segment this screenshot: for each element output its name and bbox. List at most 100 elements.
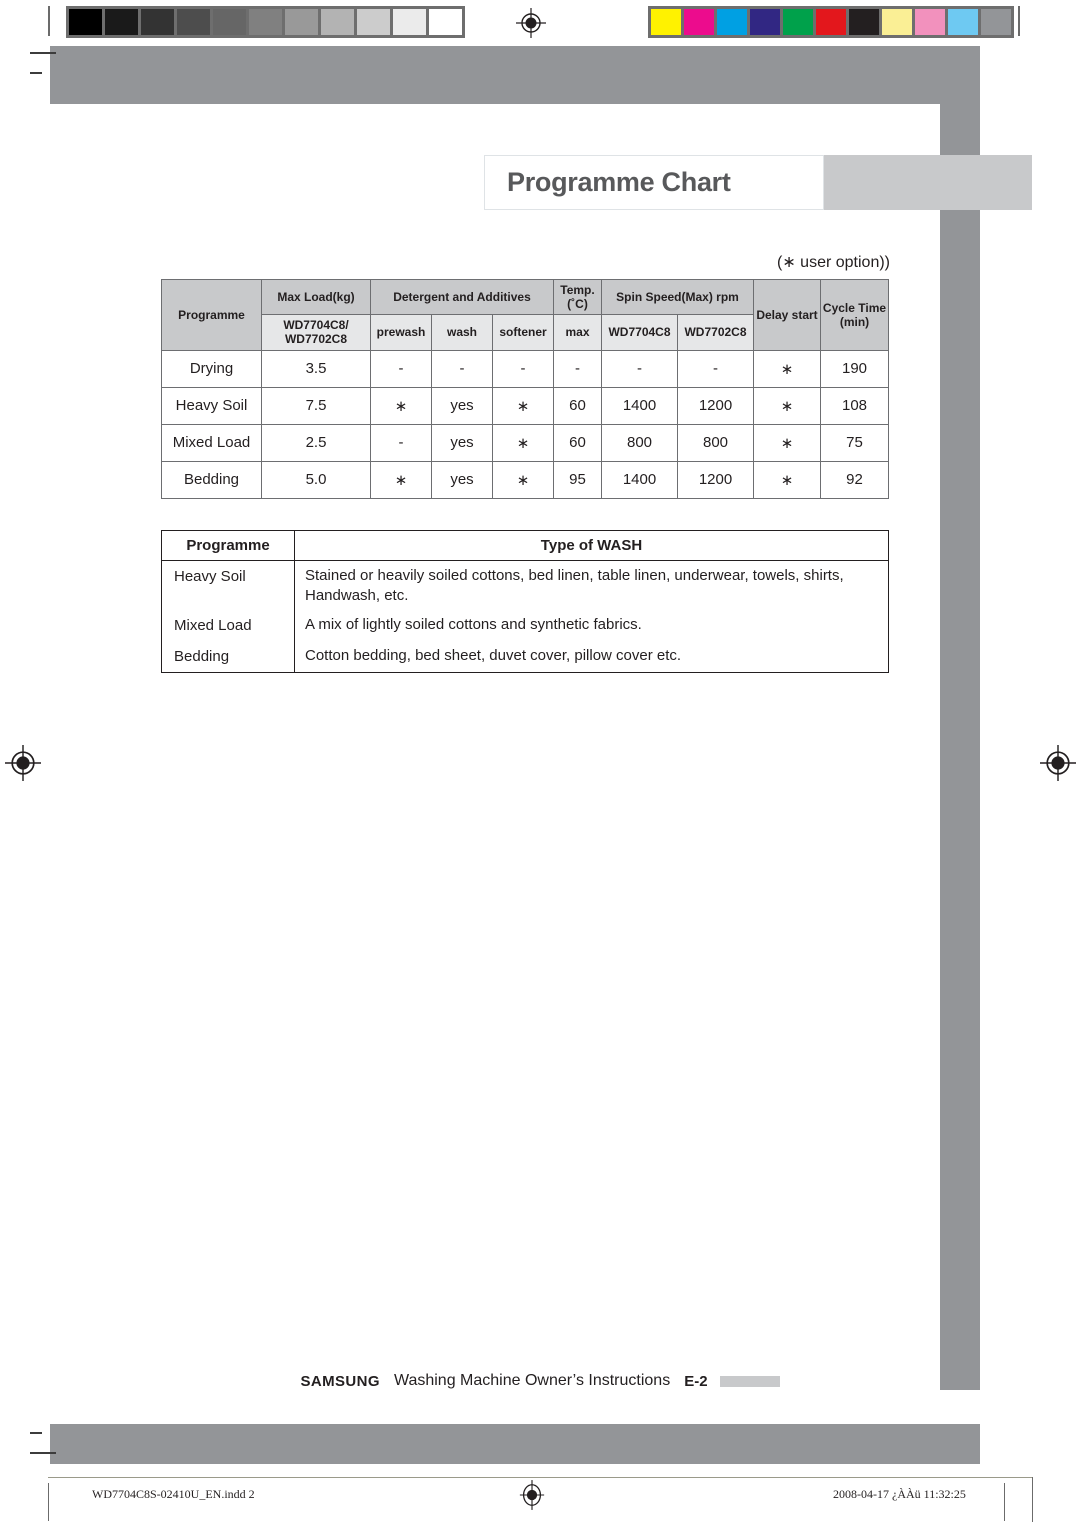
cell-spin-wd7704c8: 800: [601, 423, 678, 462]
th-spin-speed: Spin Speed(Max) rpm: [601, 278, 754, 316]
cell-wash-programme: Mixed Load: [161, 610, 295, 641]
th-model-max-load: WD7704C8/ WD7702C8: [261, 314, 371, 351]
cell-spin-wd7702c8: -: [677, 349, 754, 388]
cell-delay-start: ∗: [753, 423, 821, 462]
cell-softener: ∗: [492, 460, 554, 499]
wash-type-header-row: Programme Type of WASH: [161, 530, 889, 561]
page-right-gray-band-lower: [940, 210, 980, 1390]
cell-temp-max: 60: [553, 386, 602, 425]
print-calibration-strip: [0, 4, 1080, 40]
th-programme: Programme: [161, 279, 262, 351]
cell-spin-wd7702c8: 800: [677, 423, 754, 462]
color-patch-1: [684, 9, 714, 35]
grayscale-patch-6: [285, 9, 318, 35]
color-patch-8: [915, 9, 945, 35]
color-patch-3: [750, 9, 780, 35]
th-max-load: Max Load(kg): [261, 278, 371, 316]
grayscale-patch-2: [141, 9, 174, 35]
cell-softener: ∗: [492, 386, 554, 425]
samsung-brand: SAMSUNG: [300, 1372, 380, 1390]
cell-cycle-time: 108: [820, 386, 889, 425]
calibration-tick-right: [1018, 6, 1020, 36]
cell-spin-wd7704c8: -: [601, 349, 678, 388]
grayscale-patch-0: [69, 9, 102, 35]
title-light-gray-extension: [824, 155, 1032, 210]
color-patch-2: [717, 9, 747, 35]
th-detergent-additives: Detergent and Additives: [370, 278, 554, 316]
cell-programme: Bedding: [161, 460, 262, 499]
grayscale-patch-4: [213, 9, 246, 35]
color-patch-7: [882, 9, 912, 35]
crop-mark-bottom-left-h: [30, 1452, 56, 1454]
th-softener: softener: [492, 314, 554, 351]
cell-max-load: 7.5: [261, 386, 371, 425]
th-delay-start: Delay start: [753, 279, 821, 351]
cell-max-load: 3.5: [261, 349, 371, 388]
grayscale-patch-8: [357, 9, 390, 35]
wash-type-table: Programme Type of WASH Heavy Soil Stained…: [161, 530, 889, 673]
th-type-of-wash: Type of WASH: [294, 530, 889, 561]
th-wash: wash: [431, 314, 493, 351]
grayscale-patch-1: [105, 9, 138, 35]
th-wash-programme: Programme: [161, 530, 295, 561]
cell-prewash: -: [370, 349, 432, 388]
th-temp-max: max: [553, 314, 602, 351]
cell-max-load: 5.0: [261, 460, 371, 499]
crop-mark-top-left-h: [30, 52, 56, 54]
programme-table: Programme Max Load(kg) Detergent and Add…: [161, 278, 889, 499]
cell-softener: ∗: [492, 423, 554, 462]
cell-wash: yes: [431, 423, 493, 462]
list-item: Mixed Load A mix of lightly soiled cotton…: [161, 610, 889, 641]
list-item: Bedding Cotton bedding, bed sheet, duvet …: [161, 641, 889, 673]
cell-wash: yes: [431, 460, 493, 499]
cell-programme: Heavy Soil: [161, 386, 262, 425]
table-row: Drying 3.5- - - - - - ∗ 190: [161, 349, 889, 388]
grayscale-patch-3: [177, 9, 210, 35]
list-item: Heavy Soil Stained or heavily soiled cott…: [161, 560, 889, 610]
cell-max-load: 2.5: [261, 423, 371, 462]
th-spin-wd7702c8: WD7702C8: [677, 314, 754, 351]
page-top-gray-band: [50, 46, 980, 104]
th-prewash: prewash: [370, 314, 432, 351]
cell-cycle-time: 92: [820, 460, 889, 499]
cell-wash-programme: Heavy Soil: [161, 560, 295, 610]
manual-title: Washing Machine Owner’s Instructions: [393, 1372, 671, 1389]
color-patch-10: [981, 9, 1011, 35]
th-cycle-time: Cycle Time (min): [820, 279, 889, 351]
table-row: Bedding 5.0 ∗ yes ∗ 95 1400 1200 ∗ 92: [161, 460, 889, 499]
color-patch-9: [948, 9, 978, 35]
cell-prewash: -: [370, 423, 432, 462]
cell-programme: Drying: [161, 349, 262, 388]
cell-cycle-time: 190: [820, 349, 889, 388]
cell-temp-max: -: [553, 349, 602, 388]
table-row: Mixed Load 2.5- yes ∗ 60 800 800 ∗ 75: [161, 423, 889, 462]
th-temp-line1: Temp.: [560, 283, 595, 297]
cell-delay-start: ∗: [753, 460, 821, 499]
page-root: Programme Chart (∗ user option)) Program…: [0, 0, 1080, 1522]
table-row: Heavy Soil 7.5 ∗ yes ∗ 60 1400 1200 ∗ 108: [161, 386, 889, 425]
cell-softener: -: [492, 349, 554, 388]
color-patch-6: [849, 9, 879, 35]
page-footer: SAMSUNG Washing Machine Owner’s Instruct…: [0, 1372, 1080, 1390]
programme-table-wrapper: Programme Max Load(kg) Detergent and Add…: [161, 278, 889, 499]
page-number: E-2: [684, 1372, 708, 1390]
cell-spin-wd7704c8: 1400: [601, 386, 678, 425]
cell-prewash: ∗: [370, 386, 432, 425]
cell-wash-programme: Bedding: [161, 641, 295, 673]
color-calibration-bar: [648, 6, 1014, 38]
production-rule-right-outer: [1032, 1477, 1033, 1522]
crop-mark-top-left-h2: [30, 72, 42, 74]
th-model-line1: WD7704C8/: [283, 318, 349, 333]
th-cycle-time-line1: Cycle Time: [822, 300, 887, 315]
cell-spin-wd7704c8: 1400: [601, 460, 678, 499]
page-title: Programme Chart: [507, 167, 731, 197]
color-patch-5: [816, 9, 846, 35]
crop-mark-bottom-left-h2: [30, 1432, 42, 1434]
programme-table-group-header-row: Programme Max Load(kg) Detergent and Add…: [161, 278, 889, 351]
grayscale-step-wedge: [66, 6, 465, 38]
grayscale-patch-10: [429, 9, 462, 35]
cell-spin-wd7702c8: 1200: [677, 460, 754, 499]
cell-temp-max: 60: [553, 423, 602, 462]
grayscale-patch-7: [321, 9, 354, 35]
registration-mark-right: [1040, 745, 1076, 781]
